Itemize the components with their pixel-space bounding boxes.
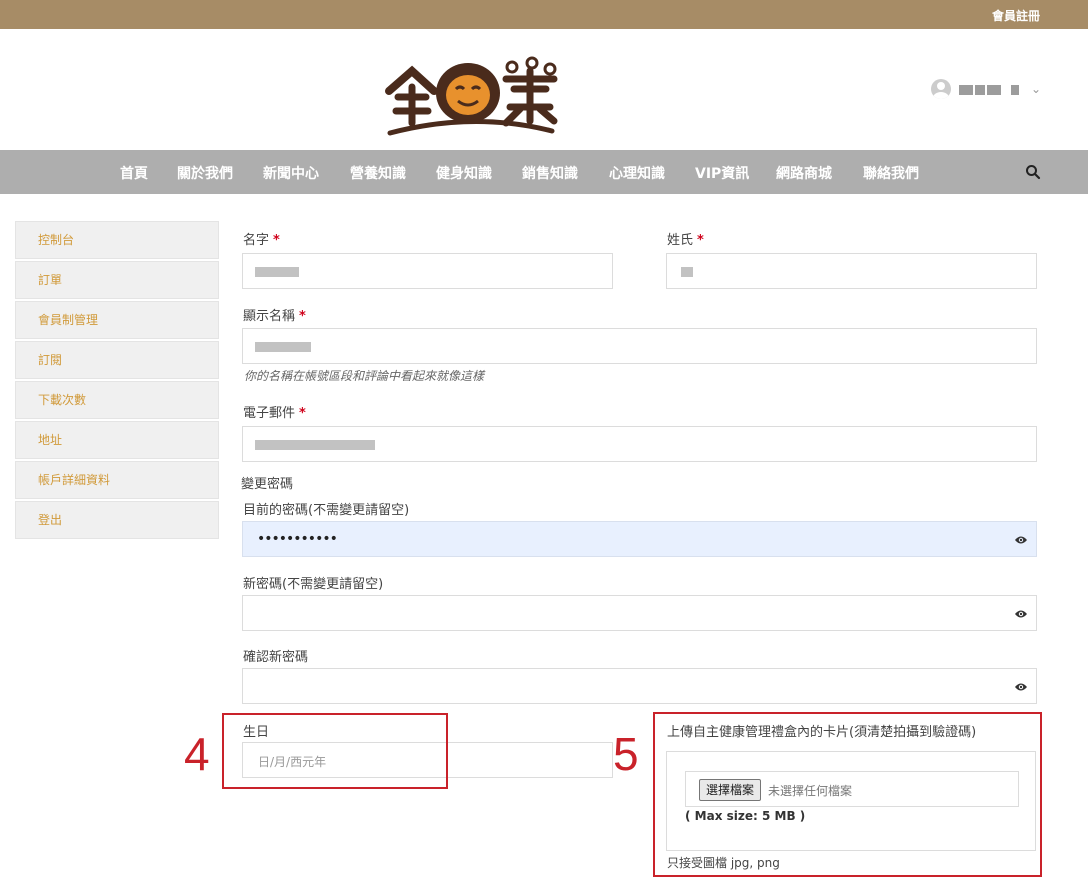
- nav-item-psychology[interactable]: 心理知識: [609, 163, 665, 183]
- nav-item-sales[interactable]: 銷售知識: [522, 163, 578, 183]
- sidebar-item-downloads[interactable]: 下載次數: [15, 381, 219, 419]
- email-field[interactable]: [242, 426, 1037, 462]
- nav-item-about[interactable]: 關於我們: [177, 163, 233, 183]
- nav-item-fitness[interactable]: 健身知識: [436, 163, 492, 183]
- nav-item-nutrition[interactable]: 營養知識: [350, 163, 406, 183]
- avatar: [931, 79, 951, 99]
- site-header: ⌄: [0, 29, 1088, 150]
- nav-item-vip[interactable]: VIP資訊: [695, 163, 749, 183]
- sidebar-item-logout[interactable]: 登出: [15, 501, 219, 539]
- annotation-number-5: 5: [613, 728, 639, 780]
- brand-logo[interactable]: [384, 49, 564, 137]
- sidebar-item-orders[interactable]: 訂單: [15, 261, 219, 299]
- new-password-label: 新密碼(不需變更請留空): [243, 577, 384, 592]
- required-mark: *: [273, 233, 280, 248]
- new-password-field[interactable]: [242, 595, 1037, 631]
- chevron-down-icon: ⌄: [1031, 82, 1042, 96]
- sidebar-item-addresses[interactable]: 地址: [15, 421, 219, 459]
- user-name-redacted: [959, 83, 1023, 95]
- annotation-number-4: 4: [184, 728, 210, 780]
- display-name-label: 顯示名稱 *: [243, 309, 306, 324]
- first-name-label: 名字 *: [243, 233, 280, 248]
- top-bar: 會員註冊: [0, 0, 1088, 29]
- search-icon[interactable]: [1025, 164, 1041, 180]
- annotation-box-5: [653, 712, 1042, 877]
- first-name-field[interactable]: [242, 253, 613, 289]
- email-label: 電子郵件 *: [243, 406, 306, 421]
- annotation-box-4: [222, 713, 448, 789]
- confirm-password-label: 確認新密碼: [243, 650, 309, 665]
- required-mark: *: [299, 406, 306, 421]
- current-password-field[interactable]: •••••••••••: [242, 521, 1037, 557]
- sidebar-item-subscriptions[interactable]: 訂閱: [15, 341, 219, 379]
- sidebar-item-account-details[interactable]: 帳戶詳細資料: [15, 461, 219, 499]
- main-nav: 首頁 關於我們 新聞中心 營養知識 健身知識 銷售知識 心理知識 VIP資訊 網…: [0, 150, 1088, 194]
- nav-item-shop[interactable]: 網路商城: [776, 163, 832, 183]
- required-mark: *: [299, 309, 306, 324]
- change-password-heading: 變更密碼: [241, 477, 294, 492]
- confirm-password-field[interactable]: [242, 668, 1037, 704]
- last-name-label: 姓氏 *: [667, 233, 704, 248]
- eye-icon[interactable]: [1014, 608, 1028, 620]
- register-link[interactable]: 會員註冊: [992, 7, 1040, 24]
- nav-item-home[interactable]: 首頁: [120, 163, 148, 183]
- sidebar-item-dashboard[interactable]: 控制台: [15, 221, 219, 259]
- eye-icon[interactable]: [1014, 534, 1028, 546]
- display-name-field[interactable]: [242, 328, 1037, 364]
- nav-item-contact[interactable]: 聯絡我們: [863, 163, 919, 183]
- display-name-hint: 你的名稱在帳號區段和評論中看起來就像這樣: [244, 369, 485, 383]
- eye-icon[interactable]: [1014, 681, 1028, 693]
- user-menu[interactable]: ⌄: [931, 79, 1041, 99]
- nav-item-news[interactable]: 新聞中心: [263, 163, 319, 183]
- sidebar-item-memberships[interactable]: 會員制管理: [15, 301, 219, 339]
- required-mark: *: [697, 233, 704, 248]
- account-sidebar: 控制台 訂單 會員制管理 訂閱 下載次數 地址 帳戶詳細資料 登出: [15, 221, 219, 541]
- current-password-value: •••••••••••: [257, 531, 338, 547]
- last-name-field[interactable]: [666, 253, 1037, 289]
- current-password-label: 目前的密碼(不需變更請留空): [243, 503, 410, 518]
